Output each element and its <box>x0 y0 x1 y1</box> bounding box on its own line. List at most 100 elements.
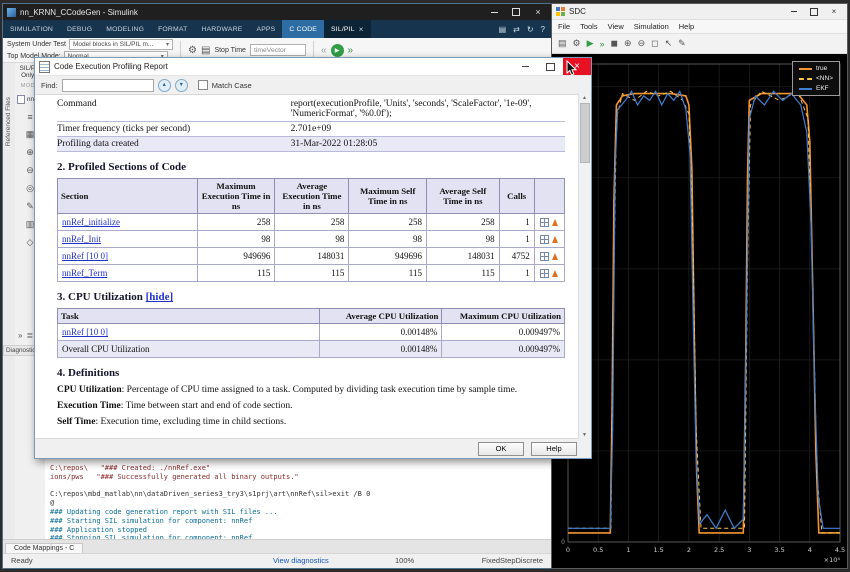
zoom-in-icon[interactable]: ⊕ <box>624 38 632 49</box>
highlight-code-icon[interactable] <box>552 236 558 243</box>
tab-modeling[interactable]: MODELING <box>99 20 151 38</box>
hide-link[interactable]: [hide] <box>146 291 174 303</box>
print-icon[interactable]: ▤ <box>558 38 567 49</box>
scope-plot[interactable]: true, EKF 00.511.522.533.544.500.20.40.6… <box>552 54 847 568</box>
minimize-button[interactable] <box>483 5 505 19</box>
scope-maximize-button[interactable] <box>805 5 823 18</box>
fit-view-icon[interactable]: ◎ <box>26 183 34 194</box>
system-under-test-select[interactable]: Model blocks in SIL/PIL m... ▾ <box>69 39 173 50</box>
profile-chart-icon[interactable] <box>540 218 549 227</box>
match-case-label: Match Case <box>212 81 252 90</box>
section-link[interactable]: nnRef_initialize <box>62 217 120 227</box>
settings-gear-icon[interactable]: ⚙ <box>188 45 197 56</box>
task-link[interactable]: nnRef [10 0] <box>62 327 108 337</box>
zoom-out-icon[interactable]: ⊖ <box>26 165 34 176</box>
dialog-minimize-button[interactable] <box>513 58 538 75</box>
settings-gear-icon[interactable]: ⚙ <box>573 38 581 49</box>
scope-minimize-button[interactable] <box>785 5 803 18</box>
profiling-report-dialog: Code Execution Profiling Report × Find: … <box>34 57 592 459</box>
tab-apps[interactable]: APPS <box>249 20 282 38</box>
tab-c-code[interactable]: C CODE <box>282 20 324 38</box>
play-button[interactable]: ▶ <box>587 38 594 49</box>
zoom-out-icon[interactable]: ⊖ <box>638 38 646 49</box>
status-ready: Ready <box>11 556 33 565</box>
refresh-icon[interactable]: ↻ <box>527 25 534 34</box>
find-label: Find: <box>41 81 58 90</box>
find-bar: Find: ▲ ▼ Match Case <box>35 76 591 95</box>
legend-entry: EKF <box>799 85 833 92</box>
column-header: Maximum Self Time in ns <box>349 179 427 214</box>
scrollbar-thumb[interactable] <box>580 103 590 163</box>
measurements-icon[interactable]: ✎ <box>678 38 686 49</box>
highlight-code-icon[interactable] <box>552 219 558 226</box>
profile-chart-icon[interactable] <box>540 269 549 278</box>
scope-close-button[interactable]: × <box>825 5 843 18</box>
scroll-down-icon[interactable]: ▼ <box>582 430 587 439</box>
console-line: ions/pws "### Successfully generated all… <box>50 473 370 482</box>
console-line: ### Application stopped <box>50 526 370 535</box>
help-icon[interactable]: ? <box>541 25 545 34</box>
layers-icon[interactable]: ▥ <box>26 219 35 230</box>
menu-tools[interactable]: Tools <box>580 22 598 31</box>
compass-icon[interactable]: ◇ <box>27 237 34 248</box>
close-tab-icon[interactable]: × <box>359 25 364 34</box>
section-link[interactable]: nnRef_Init <box>62 234 101 244</box>
menu-help[interactable]: Help <box>679 22 694 31</box>
section-link[interactable]: nnRef [10 0] <box>62 251 108 261</box>
code-mappings-tab[interactable]: Code Mappings - C <box>5 543 83 553</box>
list-icon[interactable]: ≣ <box>26 331 33 340</box>
tab-simulation[interactable]: SIMULATION <box>3 20 60 38</box>
compare-icon[interactable]: ⇄ <box>513 25 520 34</box>
report-scrollbar[interactable]: ▲ ▼ <box>578 93 590 439</box>
summary-label: Profiling data created <box>57 137 291 152</box>
fit-to-view-icon[interactable]: ◻ <box>651 38 658 49</box>
cell-value: 115 <box>349 265 427 282</box>
menu-icon[interactable]: ≡ <box>27 112 32 122</box>
dialog-maximize-button[interactable] <box>538 58 563 75</box>
zoom-in-icon[interactable]: ⊕ <box>26 147 34 158</box>
tab-label: MODELING <box>106 26 144 33</box>
menu-file[interactable]: File <box>558 22 570 31</box>
tab-sil-pil[interactable]: SIL/PIL× <box>324 20 371 38</box>
section-link[interactable]: nnRef_Term <box>62 268 107 278</box>
scroll-up-icon[interactable]: ▲ <box>582 93 587 102</box>
cursor-icon[interactable]: ↖ <box>665 38 673 49</box>
help-button[interactable]: Help <box>531 442 577 456</box>
highlight-code-icon[interactable] <box>552 270 558 277</box>
data-inspector-icon[interactable]: ▤ <box>201 45 210 56</box>
stop-button[interactable]: ◼ <box>611 38 618 49</box>
stop-time-input[interactable]: timeVector <box>250 44 306 56</box>
summary-row: Profiling data created31-Mar-2022 01:28:… <box>57 137 565 152</box>
tab-hardware[interactable]: HARDWARE <box>194 20 249 38</box>
step-forward-button[interactable]: » <box>600 39 605 49</box>
close-button[interactable]: × <box>527 5 549 19</box>
view-diagnostics-link[interactable]: View diagnostics <box>273 556 329 565</box>
tab-debug[interactable]: DEBUG <box>60 20 99 38</box>
profile-chart-icon[interactable] <box>540 235 549 244</box>
step-forward-button[interactable]: » <box>348 45 354 56</box>
find-input[interactable] <box>62 79 154 92</box>
tab-format[interactable]: FORMAT <box>151 20 194 38</box>
ok-button[interactable]: OK <box>478 442 524 456</box>
annotation-icon[interactable]: ✎ <box>26 201 34 212</box>
menu-simulation[interactable]: Simulation <box>634 22 669 31</box>
only-label: Only <box>21 72 34 79</box>
maximize-button[interactable] <box>505 5 527 19</box>
run-button[interactable]: ▶ <box>331 44 344 57</box>
expand-icon[interactable]: » <box>18 331 22 340</box>
find-next-button[interactable]: ▼ <box>175 79 188 92</box>
match-case-checkbox[interactable] <box>198 80 208 90</box>
simulink-app-icon <box>7 8 16 17</box>
step-back-button[interactable]: « <box>321 45 327 56</box>
profile-chart-icon[interactable] <box>540 252 549 261</box>
highlight-code-icon[interactable] <box>552 253 558 260</box>
tab-label: FORMAT <box>158 26 187 33</box>
cell-value: 0.00148% <box>319 324 441 341</box>
find-previous-button[interactable]: ▲ <box>158 79 171 92</box>
legend-swatch <box>799 68 812 70</box>
panel-grid-icon[interactable]: ▤ <box>499 25 507 34</box>
library-browser-icon[interactable]: ▦ <box>26 129 35 140</box>
cell-value: 0.009497% <box>442 341 565 358</box>
column-header <box>534 179 564 214</box>
menu-view[interactable]: View <box>608 22 624 31</box>
